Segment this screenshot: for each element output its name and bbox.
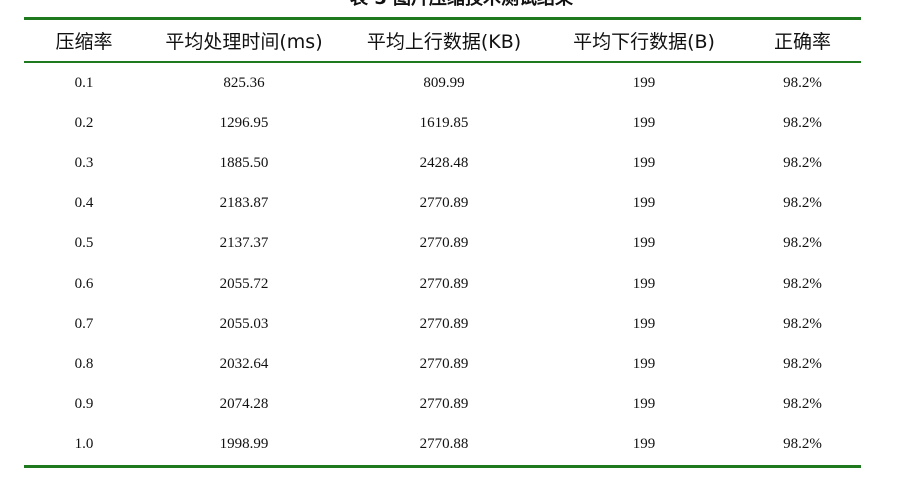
cell-avg-download-data: 199 <box>632 355 656 372</box>
results-table-container: 压缩率 平均处理时间(ms) 平均上行数据(KB) 平均下行数据(B) 正确率 … <box>24 17 861 468</box>
header-avg-upload-data: 平均上行数据(KB) <box>344 17 544 63</box>
cell-avg-upload-data: 2770.89 <box>419 235 469 252</box>
cell-avg-download-data: 199 <box>632 154 656 171</box>
cell-avg-processing-time: 2183.87 <box>219 195 269 212</box>
table-body: 0.1 825.36 809.99 199 98.2% 0.2 1296.95 … <box>24 62 861 468</box>
cell-avg-processing-time: 2137.37 <box>219 235 269 252</box>
cell-avg-download-data: 199 <box>632 315 656 332</box>
cell-avg-upload-data: 2770.89 <box>419 275 469 292</box>
header-avg-processing-time: 平均处理时间(ms) <box>144 17 344 63</box>
cell-compression-rate: 1.0 <box>24 424 144 468</box>
cell-accuracy: 98.2% <box>783 74 822 91</box>
cell-accuracy: 98.2% <box>744 424 861 468</box>
header-avg-download-data: 平均下行数据(B) <box>544 17 744 63</box>
cell-accuracy: 98.2% <box>783 355 822 372</box>
cell-avg-upload-data: 809.99 <box>423 74 465 91</box>
table-row: 0.6 2055.72 2770.89 199 98.2% <box>24 264 861 304</box>
cell-avg-download-data: 199 <box>632 396 656 413</box>
cell-avg-upload-data: 2770.89 <box>419 396 469 413</box>
cell-avg-download-data: 199 <box>544 424 744 468</box>
cell-compression-rate: 0.1 <box>74 74 94 91</box>
table-row: 0.2 1296.95 1619.85 199 98.2% <box>24 103 861 143</box>
cell-compression-rate: 0.8 <box>74 355 94 372</box>
cell-avg-processing-time: 2032.64 <box>219 355 269 372</box>
table-row: 0.1 825.36 809.99 199 98.2% <box>24 62 861 103</box>
cell-accuracy: 98.2% <box>783 275 822 292</box>
table-row: 0.5 2137.37 2770.89 199 98.2% <box>24 224 861 264</box>
header-accuracy: 正确率 <box>744 17 861 63</box>
cell-compression-rate: 0.3 <box>74 154 94 171</box>
cell-avg-upload-data: 2770.89 <box>419 195 469 212</box>
table-row: 0.3 1885.50 2428.48 199 98.2% <box>24 143 861 183</box>
cell-compression-rate: 0.2 <box>74 114 94 131</box>
cell-avg-processing-time: 1296.95 <box>219 114 269 131</box>
cell-avg-processing-time: 2074.28 <box>219 396 269 413</box>
cell-avg-upload-data: 1619.85 <box>419 114 469 131</box>
cell-accuracy: 98.2% <box>783 396 822 413</box>
cell-accuracy: 98.2% <box>783 315 822 332</box>
cell-avg-processing-time: 1885.50 <box>219 154 269 171</box>
cell-avg-processing-time: 825.36 <box>223 74 265 91</box>
cell-avg-download-data: 199 <box>632 275 656 292</box>
cell-accuracy: 98.2% <box>783 114 822 131</box>
cell-avg-upload-data: 2428.48 <box>419 154 469 171</box>
cell-compression-rate: 0.4 <box>74 195 94 212</box>
cell-accuracy: 98.2% <box>783 195 822 212</box>
cell-avg-upload-data: 2770.89 <box>419 355 469 372</box>
cell-avg-download-data: 199 <box>632 74 656 91</box>
table-row: 1.0 1998.99 2770.88 199 98.2% <box>24 424 861 468</box>
cell-compression-rate: 0.9 <box>74 396 94 413</box>
cell-avg-processing-time: 2055.72 <box>219 275 269 292</box>
cell-avg-processing-time: 1998.99 <box>144 424 344 468</box>
cell-avg-processing-time: 2055.03 <box>219 315 269 332</box>
cell-avg-download-data: 199 <box>632 195 656 212</box>
table-caption: 表 5 图片压缩技术测试结果 <box>0 0 923 9</box>
cell-accuracy: 98.2% <box>783 154 822 171</box>
cell-avg-download-data: 199 <box>632 114 656 131</box>
header-compression-rate: 压缩率 <box>24 17 144 63</box>
table-row: 0.8 2032.64 2770.89 199 98.2% <box>24 344 861 384</box>
header-row: 压缩率 平均处理时间(ms) 平均上行数据(KB) 平均下行数据(B) 正确率 <box>24 17 861 63</box>
cell-avg-download-data: 199 <box>632 235 656 252</box>
cell-compression-rate: 0.7 <box>74 315 94 332</box>
cell-compression-rate: 0.6 <box>74 275 94 292</box>
cell-avg-upload-data: 2770.89 <box>419 315 469 332</box>
cell-avg-upload-data: 2770.88 <box>344 424 544 468</box>
table-row: 0.4 2183.87 2770.89 199 98.2% <box>24 184 861 224</box>
cell-compression-rate: 0.5 <box>74 235 94 252</box>
table-header: 压缩率 平均处理时间(ms) 平均上行数据(KB) 平均下行数据(B) 正确率 <box>24 17 861 63</box>
results-table: 压缩率 平均处理时间(ms) 平均上行数据(KB) 平均下行数据(B) 正确率 … <box>24 17 861 468</box>
table-row: 0.7 2055.03 2770.89 199 98.2% <box>24 304 861 344</box>
cell-accuracy: 98.2% <box>783 235 822 252</box>
table-row: 0.9 2074.28 2770.89 199 98.2% <box>24 385 861 425</box>
